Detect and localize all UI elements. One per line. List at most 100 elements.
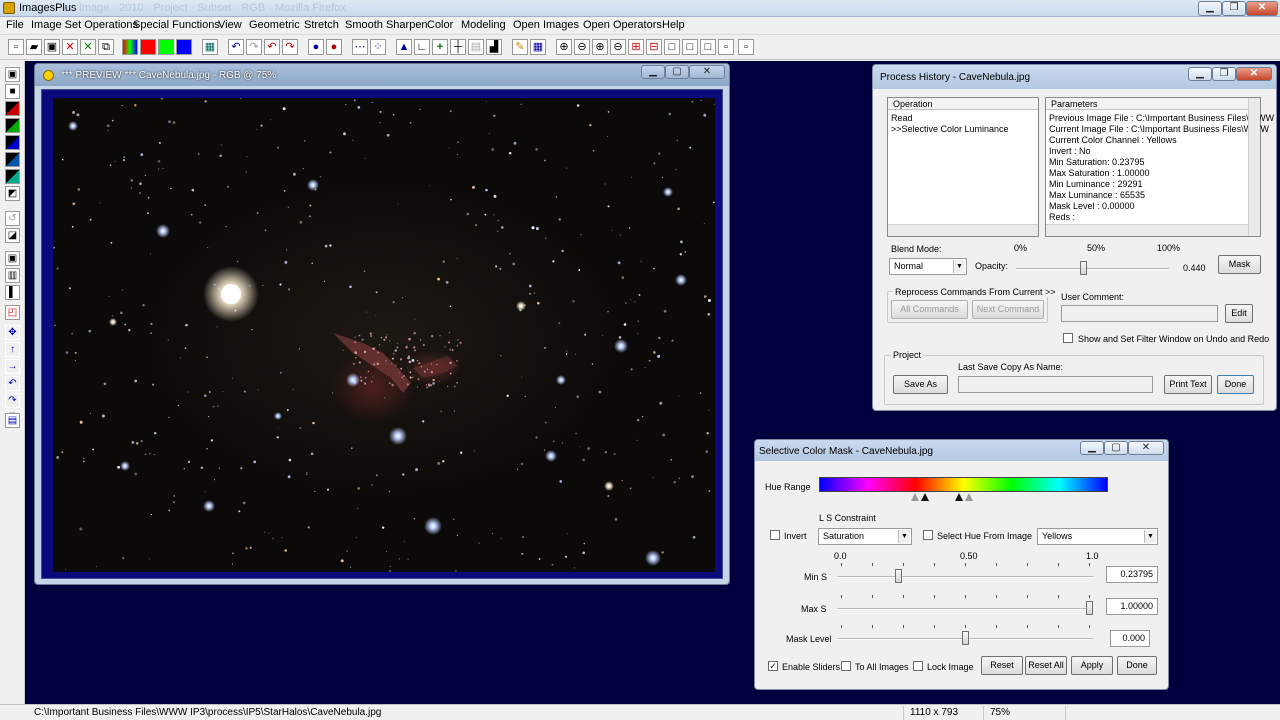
parameters-vscroll[interactable] [1248,98,1260,236]
menu-help[interactable]: Help [662,19,685,31]
new-file-icon[interactable]: ▫ [8,39,24,55]
menu-color[interactable]: Color [427,19,453,31]
undo-all-icon[interactable]: ↶ [264,39,280,55]
all-commands-button[interactable]: All Commands [891,300,968,319]
zoom-actual-icon[interactable]: ⊖ [610,39,626,55]
crosshair-icon[interactable]: ┼ [450,39,466,55]
cyan-mix-icon[interactable] [5,152,20,167]
ph-minimize-button[interactable]: ▁ [1188,67,1212,81]
table-icon[interactable]: ▦ [530,39,546,55]
chart-icon[interactable]: ▟ [486,39,502,55]
reset-button[interactable]: Reset [981,656,1023,675]
edit-comment-button[interactable]: Edit [1225,304,1253,323]
close-all-icon[interactable]: ✕ [80,39,96,55]
last-save-field[interactable] [958,376,1153,393]
operation-list[interactable]: Operation Read >>Selective Color Luminan… [887,97,1039,237]
apply-button[interactable]: Apply [1071,656,1113,675]
rectangle-5-icon[interactable]: ▫ [738,39,754,55]
ph-close-button[interactable]: ✕ [1236,67,1272,81]
add-box-icon[interactable]: ⊞ [628,39,644,55]
grid-icon[interactable]: ▦ [202,39,218,55]
ph-restore-button[interactable]: ❐ [1212,67,1236,81]
arrow-up-icon[interactable]: ↑ [5,342,20,357]
menu-image-set-operations[interactable]: Image Set Operations [31,19,138,31]
ph-done-button[interactable]: Done [1217,375,1254,394]
operation-item[interactable]: Read [891,113,913,123]
redo-all-icon[interactable]: ↷ [282,39,298,55]
opacity-slider-track[interactable] [1016,268,1169,270]
record-blue-icon[interactable]: ● [308,39,324,55]
add-icon[interactable]: + [432,39,448,55]
invert-checkbox[interactable] [770,530,780,540]
half-icon[interactable]: ▌ [5,285,20,300]
reset-all-button[interactable]: Reset All [1025,656,1067,675]
rotate-right-icon[interactable]: ↷ [5,393,20,408]
undo-icon[interactable]: ↶ [228,39,244,55]
rotate-icon[interactable]: ↺ [5,211,20,226]
menu-modeling[interactable]: Modeling [461,19,506,31]
menu-file[interactable]: File [6,19,24,31]
menu-smooth-sharpen[interactable]: Smooth Sharpen [345,19,428,31]
opacity-slider-thumb[interactable] [1080,261,1087,275]
user-comment-field[interactable] [1061,305,1218,322]
app-restore-button[interactable]: ❐ [1222,1,1246,16]
preview-close-button[interactable]: ✕ [689,65,725,79]
save-icon[interactable]: ▣ [44,39,60,55]
diagonal-icon[interactable]: ◪ [5,228,20,243]
hue-handle-outer-left[interactable] [911,493,919,501]
scm-done-button[interactable]: Done [1117,656,1157,675]
menu-stretch[interactable]: Stretch [304,19,339,31]
constraint-select[interactable]: Saturation ▼ [818,528,912,545]
min-s-slider-thumb[interactable] [895,569,902,583]
red-mix-icon[interactable] [5,101,20,116]
close-image-icon[interactable]: ✕ [62,39,78,55]
menu-open-operators[interactable]: Open Operators [583,19,662,31]
bars-icon[interactable]: ▥ [5,268,20,283]
frame-icon[interactable]: ▣ [5,251,20,266]
menu-geometric[interactable]: Geometric [249,19,300,31]
scm-restore-button[interactable]: ▢ [1104,441,1128,455]
parameters-list[interactable]: Parameters Previous Image File : C:\Impo… [1045,97,1274,237]
nebula-image[interactable] [53,98,715,572]
rectangle-3-icon[interactable]: □ [700,39,716,55]
next-command-button[interactable]: Next Command [972,300,1044,319]
lock-image-checkbox[interactable] [913,661,923,671]
mask-level-value[interactable]: 0.000 [1110,630,1150,647]
to-all-images-checkbox[interactable] [841,661,851,671]
app-close-button[interactable]: ✕ [1246,1,1278,16]
green-channel-icon[interactable] [158,39,174,55]
scm-close-button[interactable]: ✕ [1128,441,1164,455]
select-hue-checkbox[interactable] [923,530,933,540]
operation-hscroll[interactable] [888,224,1038,236]
move-icon[interactable]: ✥ [5,325,20,340]
color-channel-select[interactable]: Yellows ▼ [1037,528,1158,545]
rectangle-1-icon[interactable]: □ [664,39,680,55]
preview-maximize-button[interactable]: ▢ [665,65,689,79]
zoom-out-icon[interactable]: ⊖ [574,39,590,55]
max-s-slider-track[interactable] [837,608,1093,610]
rgb-channels-icon[interactable] [122,39,138,55]
open-folder-icon[interactable]: ▰ [26,39,42,55]
black-white-icon[interactable]: ◩ [5,186,20,201]
rectangle-2-icon[interactable]: □ [682,39,698,55]
app-minimize-button[interactable]: ▁ [1198,1,1222,16]
black-square-icon[interactable]: ■ [5,84,20,99]
teal-mix-icon[interactable] [5,169,20,184]
zoom-in-icon[interactable]: ⊕ [556,39,572,55]
select-region-icon[interactable]: ◰ [5,305,20,320]
menu-view[interactable]: View [218,19,242,31]
menu-special-functions[interactable]: Special Functions [133,19,220,31]
blue-channel-icon[interactable] [176,39,192,55]
min-s-slider-track[interactable] [837,576,1093,578]
record-red-icon[interactable]: ● [326,39,342,55]
hue-handle-outer-right[interactable] [965,493,973,501]
star-points-icon[interactable]: ⁘ [370,39,386,55]
rotate-left-icon[interactable]: ↶ [5,376,20,391]
page-icon[interactable]: ▤ [5,413,20,428]
subtract-box-icon[interactable]: ⊟ [646,39,662,55]
histogram-icon[interactable]: ▲ [396,39,412,55]
hue-handle-inner-right[interactable] [955,493,963,501]
min-s-value[interactable]: 0.23795 [1106,566,1158,583]
axes-icon[interactable]: ∟ [414,39,430,55]
save-icon[interactable]: ▣ [5,67,20,82]
